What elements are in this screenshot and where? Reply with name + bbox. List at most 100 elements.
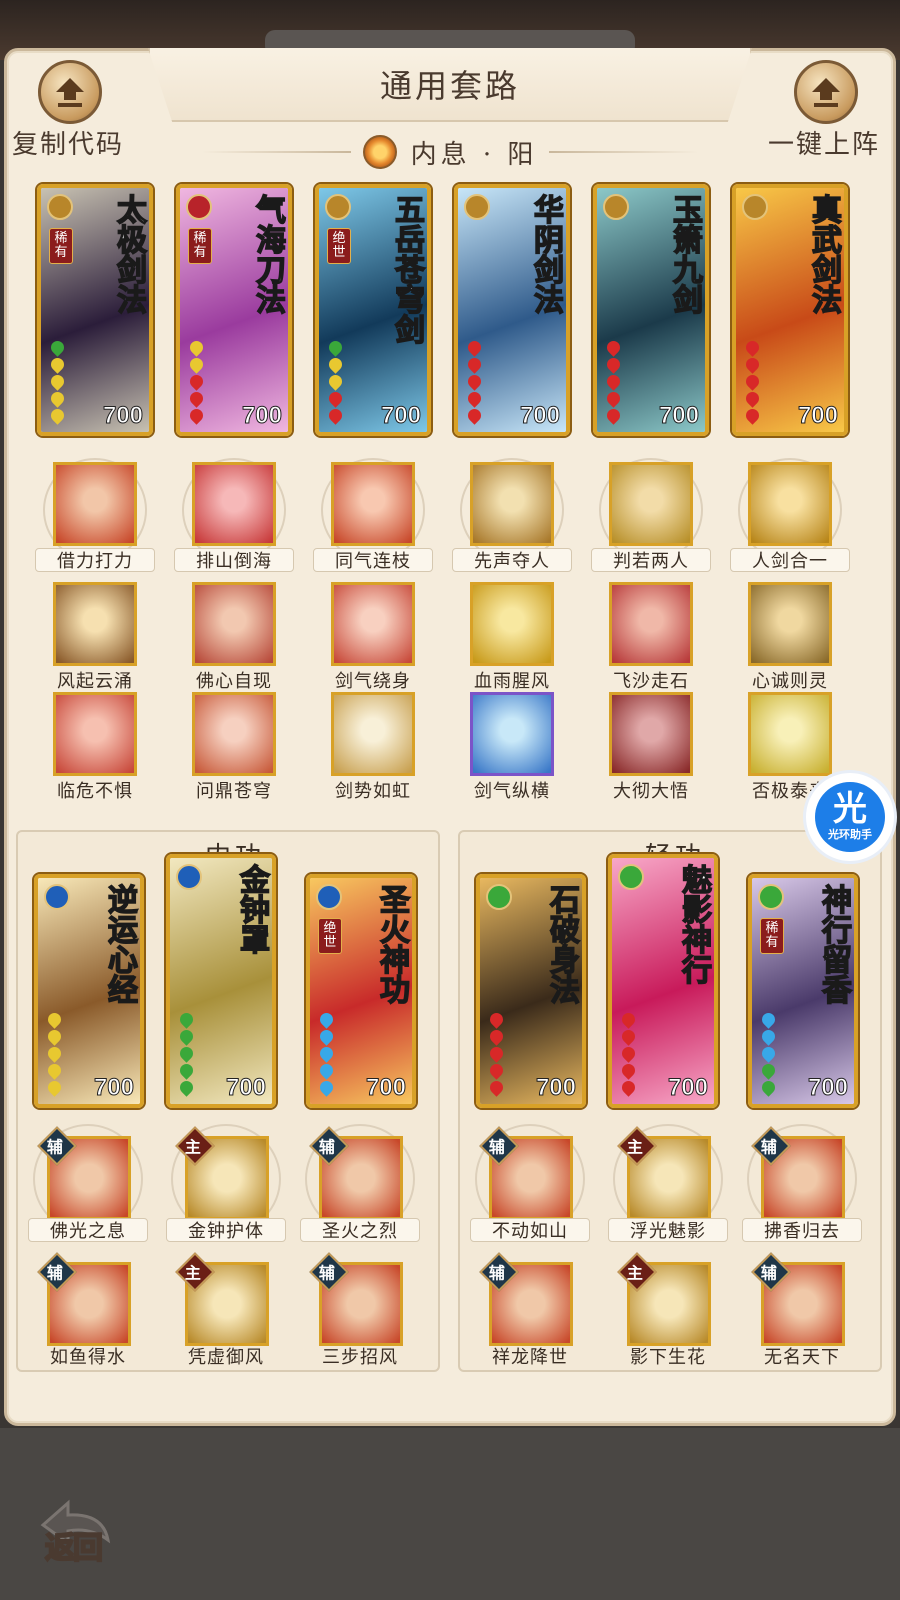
skill-slot[interactable]: 大彻大悟 bbox=[591, 688, 711, 804]
card-score: 700 bbox=[658, 402, 699, 430]
card-name: 石破身法 bbox=[543, 883, 580, 1005]
pip-icon bbox=[487, 1078, 506, 1097]
pip-icon bbox=[326, 406, 345, 425]
skill-card[interactable]: 玉箫九剑 700 bbox=[593, 184, 709, 436]
level-pips bbox=[177, 1010, 196, 1097]
subtitle-row: 内息 · 阳 bbox=[190, 132, 710, 172]
pip-icon bbox=[619, 1061, 638, 1080]
technique-label: 无名天下 bbox=[764, 1347, 840, 1368]
pip-icon bbox=[604, 355, 623, 374]
skill-slot[interactable]: 血雨腥风 bbox=[452, 578, 572, 694]
skill-icon bbox=[748, 462, 832, 546]
skill-card[interactable]: 稀有 神行留香 700 bbox=[748, 874, 858, 1108]
pip-icon bbox=[619, 1010, 638, 1029]
divider-right bbox=[549, 151, 699, 153]
copy-code-label[interactable]: 复制代码 bbox=[12, 124, 124, 161]
skill-slot[interactable]: 排山倒海 bbox=[174, 458, 294, 574]
skill-icon bbox=[53, 462, 137, 546]
pip-icon bbox=[487, 1044, 506, 1063]
role-tag: 主 bbox=[626, 1263, 643, 1283]
pip-icon bbox=[317, 1027, 336, 1046]
technique-label: 影下生花 bbox=[630, 1347, 706, 1368]
level-pips bbox=[465, 338, 484, 425]
skill-card[interactable]: 华阴剑法 700 bbox=[454, 184, 570, 436]
school-badge-icon bbox=[325, 194, 351, 220]
deploy-label[interactable]: 一键上阵 bbox=[768, 124, 880, 161]
rarity-tag: 绝世 bbox=[327, 228, 351, 264]
skill-card[interactable]: 真武剑法 700 bbox=[732, 184, 848, 436]
skill-slot[interactable]: 风起云涌 bbox=[35, 578, 155, 694]
pip-icon bbox=[317, 1044, 336, 1063]
skill-icon bbox=[331, 582, 415, 666]
skill-card[interactable]: 石破身法 700 bbox=[476, 874, 586, 1108]
pip-icon bbox=[487, 1010, 506, 1029]
pip-icon bbox=[465, 338, 484, 357]
divider-left bbox=[202, 151, 351, 153]
role-tag: 主 bbox=[184, 1263, 201, 1283]
skill-icon bbox=[470, 692, 554, 776]
skill-card[interactable]: 绝世 圣火神功 700 bbox=[306, 874, 416, 1108]
skill-slot[interactable]: 佛心自现 bbox=[174, 578, 294, 694]
card-score: 700 bbox=[807, 1074, 848, 1102]
pip-icon bbox=[487, 1061, 506, 1080]
skill-card[interactable]: 逆运心经 700 bbox=[34, 874, 144, 1108]
skill-slot[interactable]: 剑气纵横 bbox=[452, 688, 572, 804]
pip-icon bbox=[487, 1027, 506, 1046]
role-tag: 辅 bbox=[760, 1263, 777, 1283]
skill-label: 排山倒海 bbox=[174, 548, 294, 572]
skill-icon bbox=[192, 582, 276, 666]
skill-card[interactable]: 金钟罩 700 bbox=[166, 854, 276, 1108]
card-score: 700 bbox=[380, 402, 421, 430]
skill-label: 借力打力 bbox=[35, 548, 155, 572]
pip-icon bbox=[45, 1078, 64, 1097]
card-name: 神行留香 bbox=[815, 883, 852, 1005]
skill-slot[interactable]: 临危不惧 bbox=[35, 688, 155, 804]
skill-card[interactable]: 魅影神行 700 bbox=[608, 854, 718, 1108]
pip-icon bbox=[177, 1010, 196, 1029]
skill-slot[interactable]: 判若两人 bbox=[591, 458, 711, 574]
role-tag: 辅 bbox=[488, 1263, 505, 1283]
school-badge-icon bbox=[758, 884, 784, 910]
card-score: 700 bbox=[241, 402, 282, 430]
rarity-tag: 稀有 bbox=[49, 228, 73, 264]
helper-button[interactable]: 光 光环助手 bbox=[803, 770, 897, 864]
technique-label: 拂香归去 bbox=[742, 1218, 862, 1242]
level-pips bbox=[619, 1010, 638, 1097]
skill-slot[interactable]: 人剑合一 bbox=[730, 458, 850, 574]
skill-slot[interactable]: 剑气绕身 bbox=[313, 578, 433, 694]
copy-code-button[interactable] bbox=[38, 60, 102, 124]
pip-icon bbox=[326, 389, 345, 408]
bottom-area bbox=[0, 1428, 900, 1600]
pip-icon bbox=[177, 1078, 196, 1097]
skill-slot[interactable]: 飞沙走石 bbox=[591, 578, 711, 694]
skill-card[interactable]: 稀有 气海刀法 700 bbox=[176, 184, 292, 436]
skill-label: 同气连枝 bbox=[313, 548, 433, 572]
pip-icon bbox=[45, 1044, 64, 1063]
pip-icon bbox=[619, 1044, 638, 1063]
skill-slot[interactable]: 心诚则灵 bbox=[730, 578, 850, 694]
technique-label: 金钟护体 bbox=[166, 1218, 286, 1242]
role-tag: 辅 bbox=[46, 1263, 63, 1283]
skill-card[interactable]: 稀有 太极剑法 700 bbox=[37, 184, 153, 436]
card-score: 700 bbox=[225, 1074, 266, 1102]
pip-icon bbox=[604, 372, 623, 391]
level-pips bbox=[326, 338, 345, 425]
upload-icon bbox=[812, 78, 840, 107]
deploy-button[interactable] bbox=[794, 60, 858, 124]
helper-glyph: 光 bbox=[833, 789, 867, 829]
skill-label: 问鼎苍穹 bbox=[196, 781, 272, 802]
skill-card[interactable]: 绝世 五岳苍穹剑 700 bbox=[315, 184, 431, 436]
skill-slot[interactable]: 借力打力 bbox=[35, 458, 155, 574]
pip-icon bbox=[759, 1078, 778, 1097]
school-badge-icon bbox=[618, 864, 644, 890]
card-name: 圣火神功 bbox=[373, 883, 410, 1005]
skill-icon bbox=[331, 462, 415, 546]
skill-slot[interactable]: 同气连枝 bbox=[313, 458, 433, 574]
upload-icon bbox=[56, 78, 84, 107]
skill-slot[interactable]: 剑势如虹 bbox=[313, 688, 433, 804]
skill-slot[interactable]: 问鼎苍穹 bbox=[174, 688, 294, 804]
skill-slot[interactable]: 先声夺人 bbox=[452, 458, 572, 574]
back-button[interactable]: 返回 bbox=[28, 1485, 118, 1575]
pip-icon bbox=[759, 1027, 778, 1046]
sun-icon bbox=[362, 135, 397, 169]
